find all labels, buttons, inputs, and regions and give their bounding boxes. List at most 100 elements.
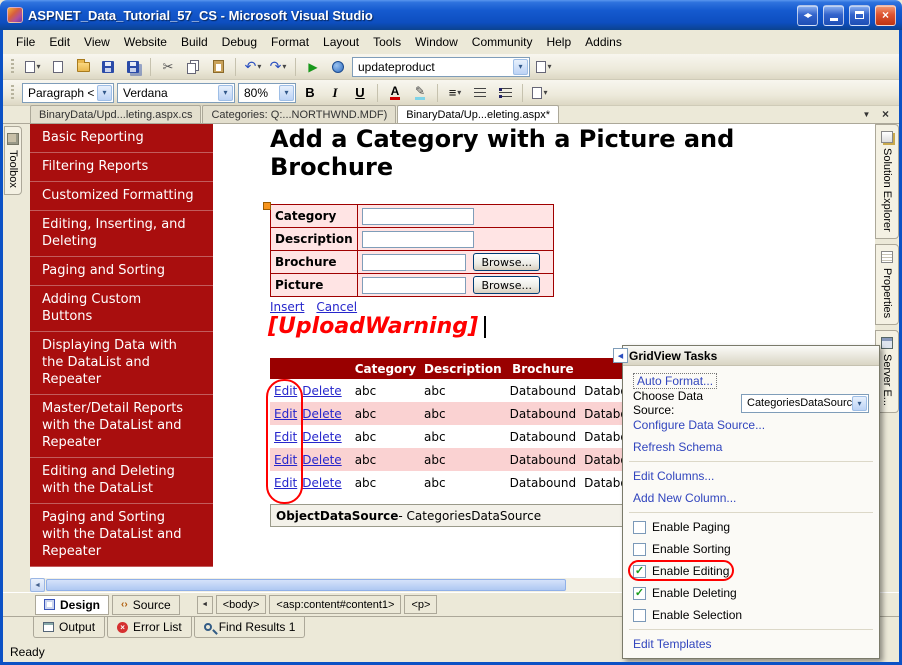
delete-link[interactable]: Delete: [302, 453, 341, 467]
combo-arrow-icon[interactable]: ▾: [513, 58, 528, 75]
picture-input[interactable]: [361, 276, 466, 294]
nav-item-editing-datalist[interactable]: Editing and Deleting with the DataList: [30, 458, 213, 504]
nav-item-filtering-reports[interactable]: Filtering Reports: [30, 153, 213, 182]
start-debug-button[interactable]: ▶: [302, 56, 324, 78]
nav-item-paging-datalist[interactable]: Paging and Sorting with the DataList and…: [30, 504, 213, 567]
nav-item-master-detail[interactable]: Master/Detail Reports with the DataList …: [30, 395, 213, 458]
minimize-button[interactable]: [823, 4, 844, 26]
nav-item-basic-reporting[interactable]: Basic Reporting: [30, 124, 213, 153]
paste-button[interactable]: [207, 56, 229, 78]
enable-editing-checkbox[interactable]: ✓: [633, 564, 646, 578]
tag-nav-asp-content[interactable]: <asp:content#content1>: [269, 595, 402, 614]
align-button[interactable]: ≡ ▾: [444, 82, 466, 104]
validation-button[interactable]: ▾: [529, 82, 551, 104]
description-input[interactable]: [361, 230, 474, 248]
toolbox-tab[interactable]: Toolbox: [4, 126, 22, 195]
nav-item-customized-formatting[interactable]: Customized Formatting: [30, 182, 213, 211]
properties-tab[interactable]: Properties: [875, 243, 899, 325]
tag-navigator-scroll-button[interactable]: ◄: [196, 595, 213, 614]
copy-button[interactable]: [182, 56, 204, 78]
nav-item-paging-sorting[interactable]: Paging and Sorting: [30, 257, 213, 286]
block-format-combo[interactable]: Paragraph < ▾: [22, 82, 114, 103]
bullet-list-button[interactable]: [494, 82, 516, 104]
find-results-tab[interactable]: Find Results 1: [193, 617, 306, 638]
delete-link[interactable]: Delete: [302, 430, 341, 444]
combo-arrow-icon[interactable]: ▾: [852, 395, 867, 411]
undo-button[interactable]: ↶ ▾: [242, 56, 264, 78]
add-new-column-link[interactable]: Add New Column...: [633, 491, 736, 505]
menu-view[interactable]: View: [77, 32, 117, 52]
find-in-files-button[interactable]: ▾: [533, 56, 555, 78]
edit-columns-link[interactable]: Edit Columns...: [633, 469, 714, 483]
tag-nav-body[interactable]: <body>: [215, 595, 267, 614]
font-color-button[interactable]: A: [384, 82, 406, 104]
edit-templates-link[interactable]: Edit Templates: [633, 637, 712, 651]
menu-community[interactable]: Community: [465, 32, 540, 52]
brochure-browse-button[interactable]: Browse...: [473, 253, 540, 271]
browse-with-button[interactable]: [327, 56, 349, 78]
nav-item-editing-inserting-deleting[interactable]: Editing, Inserting, and Deleting: [30, 211, 213, 257]
menu-help[interactable]: Help: [539, 32, 578, 52]
combo-arrow-icon[interactable]: ▾: [218, 84, 233, 101]
category-input[interactable]: [361, 207, 474, 225]
menu-debug[interactable]: Debug: [215, 32, 264, 52]
nav-item-custom-buttons[interactable]: Adding Custom Buttons: [30, 286, 213, 332]
brochure-input[interactable]: [361, 253, 466, 271]
menu-addins[interactable]: Addins: [578, 32, 629, 52]
cancel-link[interactable]: Cancel: [316, 300, 357, 314]
dock-toggle-button[interactable]: ◀▶: [797, 4, 818, 26]
underline-button[interactable]: U: [349, 82, 371, 104]
scrollbar-thumb[interactable]: [46, 579, 566, 591]
add-item-button[interactable]: [47, 56, 69, 78]
maximize-button[interactable]: [849, 4, 870, 26]
menu-tools[interactable]: Tools: [366, 32, 408, 52]
open-file-button[interactable]: [72, 56, 94, 78]
objectdatasource-control[interactable]: ObjectDataSource - CategoriesDataSource: [270, 504, 628, 527]
tab-list-dropdown-button[interactable]: ▼: [859, 107, 874, 121]
smart-tag-button[interactable]: ◀: [613, 348, 628, 363]
bold-button[interactable]: B: [299, 82, 321, 104]
auto-format-link[interactable]: Auto Format...: [633, 373, 718, 389]
refresh-schema-link[interactable]: Refresh Schema: [633, 440, 722, 454]
nav-item-datalist-repeater[interactable]: Displaying Data with the DataList and Re…: [30, 332, 213, 395]
enable-sorting-checkbox[interactable]: [633, 542, 646, 556]
menu-window[interactable]: Window: [408, 32, 465, 52]
doc-tab-codebehind[interactable]: BinaryData/Upd...leting.aspx.cs: [30, 105, 202, 123]
command-combo[interactable]: updateproduct ▾: [352, 56, 530, 77]
new-file-button[interactable]: ▾: [22, 56, 44, 78]
enable-selection-checkbox[interactable]: [633, 608, 646, 622]
menu-format[interactable]: Format: [264, 32, 316, 52]
error-list-tab[interactable]: × Error List: [107, 617, 192, 638]
save-button[interactable]: [97, 56, 119, 78]
highlight-button[interactable]: ✎: [409, 82, 431, 104]
enable-deleting-checkbox[interactable]: ✓: [633, 586, 646, 600]
delete-link[interactable]: Delete: [302, 476, 341, 490]
save-all-button[interactable]: [122, 56, 144, 78]
picture-browse-button[interactable]: Browse...: [473, 276, 540, 294]
menu-build[interactable]: Build: [174, 32, 215, 52]
combo-arrow-icon[interactable]: ▾: [97, 84, 112, 101]
cut-button[interactable]: ✂: [157, 56, 179, 78]
delete-link[interactable]: Delete: [302, 384, 341, 398]
close-button[interactable]: ×: [875, 4, 896, 26]
italic-button[interactable]: I: [324, 82, 346, 104]
design-view-button[interactable]: Design: [35, 594, 110, 615]
output-tab[interactable]: Output: [33, 617, 106, 638]
font-name-combo[interactable]: Verdana ▾: [117, 82, 235, 103]
menu-layout[interactable]: Layout: [316, 32, 366, 52]
redo-button[interactable]: ↷ ▾: [267, 56, 289, 78]
tag-nav-p[interactable]: <p>: [404, 595, 438, 614]
font-size-combo[interactable]: 80% ▾: [238, 82, 296, 103]
menu-edit[interactable]: Edit: [42, 32, 77, 52]
menu-file[interactable]: File: [9, 32, 42, 52]
doc-tab-database[interactable]: Categories: Q:...NORTHWND.MDF): [202, 105, 397, 123]
tab-close-button[interactable]: ×: [878, 107, 893, 121]
numbered-list-button[interactable]: [469, 82, 491, 104]
enable-paging-checkbox[interactable]: [633, 520, 646, 534]
source-view-button[interactable]: ‹› Source: [112, 594, 180, 615]
configure-data-source-link[interactable]: Configure Data Source...: [633, 418, 765, 432]
scroll-left-button[interactable]: ◄: [30, 578, 45, 592]
doc-tab-active-aspx[interactable]: BinaryData/Up...eleting.aspx*: [397, 105, 559, 123]
delete-link[interactable]: Delete: [302, 407, 341, 421]
insert-link[interactable]: Insert: [270, 300, 304, 314]
